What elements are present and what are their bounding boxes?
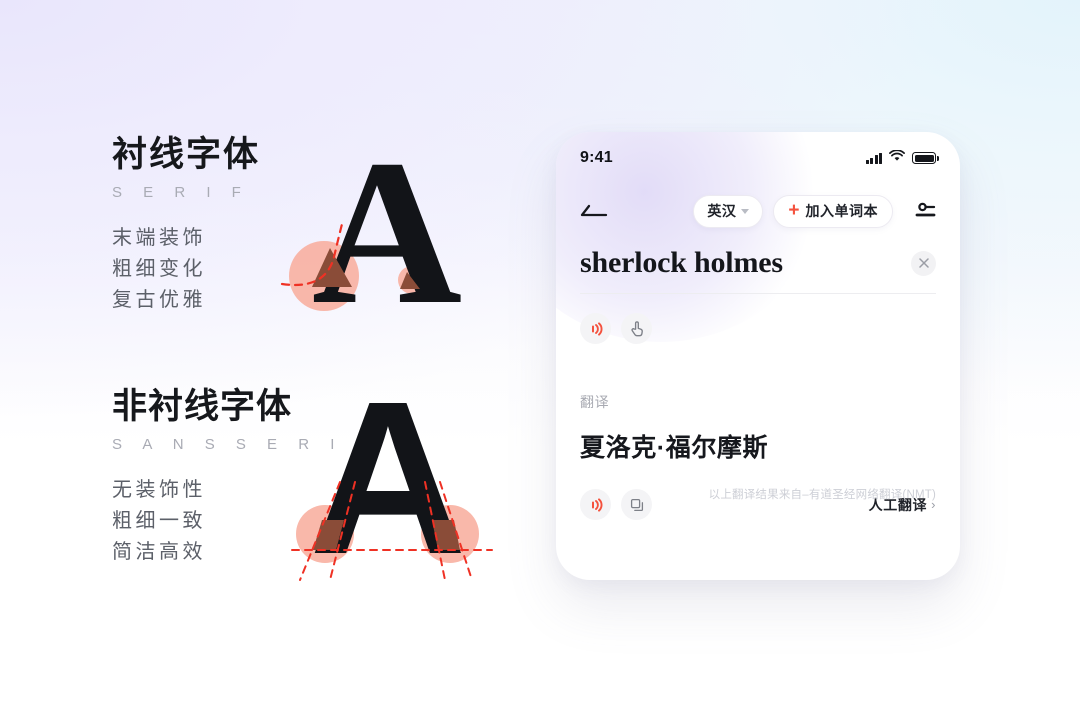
close-icon[interactable] [911, 250, 936, 276]
serif-text-block: 衬线字体 S E R I F 末端装饰 粗细变化 复古优雅 [112, 135, 261, 316]
translation-label: 翻译 [580, 394, 610, 410]
back-arrow-icon[interactable] [578, 196, 614, 226]
status-bar-icons [865, 149, 939, 167]
dictionary-app-card: 9:41 英汉 + 加入单词本 sherlock holmes 翻译 夏洛克·福… [556, 132, 960, 580]
svg-text:A: A [309, 357, 466, 600]
search-word-section: sherlock holmes [556, 246, 960, 344]
battery-full-icon [912, 152, 939, 164]
sans-letter-a: A [309, 357, 466, 600]
hand-tap-icon[interactable] [621, 313, 652, 344]
word-action-row [580, 313, 936, 344]
add-to-wordbook-label: 加入单词本 [805, 203, 878, 219]
add-to-wordbook-button[interactable]: + 加入单词本 [773, 194, 893, 228]
svg-text:A: A [312, 117, 462, 347]
search-word-row: sherlock holmes [580, 246, 936, 293]
serif-subtitle: S E R I F [112, 183, 250, 201]
speaker-sound-icon[interactable] [580, 489, 611, 520]
speaker-sound-icon[interactable] [580, 313, 611, 344]
serif-feature-item: 粗细变化 [112, 257, 206, 280]
translation-source-note: 以上翻译结果来自–有道圣经网络翻译(NMT) [708, 489, 936, 501]
translation-section: 翻译 夏洛克·福尔摩斯 人工翻译 › 以上翻译结果来自–有道圣经网络翻译(NMT… [556, 392, 960, 520]
serif-feature-item: 复古优雅 [112, 288, 206, 311]
serif-title: 衬线字体 [112, 135, 261, 174]
cellular-signal-icon [865, 152, 882, 164]
settings-sliders-icon[interactable] [912, 198, 938, 224]
serif-feature-item: 末端装饰 [112, 226, 206, 249]
serif-glyph-diagram: A [272, 117, 502, 347]
translation-text: 夏洛克·福尔摩斯 [580, 434, 769, 462]
serif-letter-a: A [312, 117, 462, 347]
sans-serif-glyph-diagram: A [291, 357, 522, 600]
serif-feature-list: 末端装饰 粗细变化 复古优雅 [112, 223, 260, 316]
status-bar: 9:41 [556, 132, 960, 184]
typography-illustration-panel: 衬线字体 S E R I F 末端装饰 粗细变化 复古优雅 A 非衬线字体 S … [0, 0, 540, 721]
word-divider [580, 293, 936, 294]
plus-icon: + [788, 200, 800, 221]
status-bar-clock: 9:41 [580, 149, 613, 166]
copy-icon[interactable] [621, 489, 652, 520]
chevron-down-icon [741, 209, 750, 214]
language-pair-label: 英汉 [707, 203, 737, 219]
app-toolbar: 英汉 + 加入单词本 [556, 186, 960, 236]
language-pair-selector[interactable]: 英汉 [693, 194, 764, 228]
translation-icon-group [580, 489, 652, 520]
search-word-text[interactable]: sherlock holmes [580, 246, 783, 280]
wifi-icon [889, 149, 905, 167]
